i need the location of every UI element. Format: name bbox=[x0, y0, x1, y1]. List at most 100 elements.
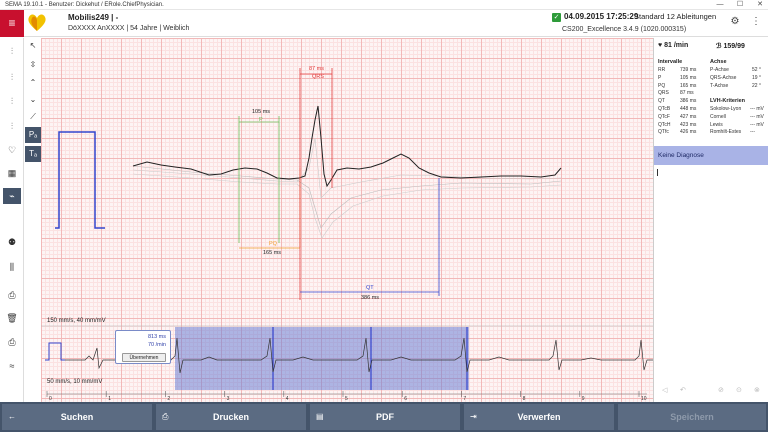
param-name: P bbox=[658, 74, 662, 81]
leads-view-icon[interactable]: ⫶ bbox=[3, 43, 21, 59]
param-name: QTcH bbox=[658, 121, 671, 128]
diagnosis-field[interactable]: Keine Diagnose bbox=[654, 146, 768, 165]
param-value: 427 ms bbox=[680, 113, 697, 120]
leads-rhythm-icon[interactable]: ⫶ bbox=[3, 118, 21, 134]
param-name: Sokolow-Lyon bbox=[710, 106, 742, 112]
save-button-label: Speichern bbox=[670, 412, 714, 422]
apply-button[interactable]: Übernehmen bbox=[122, 353, 166, 362]
param-value: 739 ms bbox=[680, 67, 697, 73]
param-value: 22 ° bbox=[752, 82, 761, 89]
print-button-label: Drucken bbox=[212, 412, 249, 422]
search-button-label: Suchen bbox=[60, 412, 94, 422]
leads-compact-icon[interactable]: ⫶ bbox=[3, 69, 21, 85]
undo-icon[interactable]: ↶ bbox=[680, 386, 686, 394]
print-icon: ⎙ bbox=[162, 412, 169, 421]
p-label: P bbox=[259, 117, 263, 123]
param-value: --- mV bbox=[750, 121, 764, 128]
checkbox-checked-icon: ✓ bbox=[552, 13, 561, 22]
param-name: RR bbox=[658, 67, 666, 73]
patient-icon[interactable]: ⚉ bbox=[3, 234, 21, 250]
pdf-button-label: PDF bbox=[376, 412, 394, 422]
discard-icon: ⇥ bbox=[470, 412, 477, 421]
param-name: QRS-Achse bbox=[710, 74, 737, 81]
param-name: P-Achse bbox=[710, 67, 729, 73]
export-icon[interactable]: ⎙ bbox=[3, 287, 21, 303]
pdf-button[interactable]: ▤ PDF bbox=[310, 404, 460, 430]
param-name: Romhilt-Estes bbox=[710, 129, 742, 136]
chevron-up-icon[interactable]: ⌃ bbox=[25, 75, 41, 91]
window-title: SEMA 19.10.1 - Benutzer: Dickehut / ERol… bbox=[5, 2, 164, 8]
p-marker-icon[interactable]: Pₐ bbox=[25, 127, 41, 143]
heart-rate-value: 81 /min bbox=[664, 42, 689, 49]
close-circle-icon[interactable]: ⊗ bbox=[754, 386, 760, 394]
pressure-icon: ℬ bbox=[716, 43, 722, 50]
settings-icon[interactable]: ⚙ bbox=[728, 15, 742, 29]
discard-button[interactable]: ⇥ Verwerfen bbox=[464, 404, 614, 430]
qrs-label: QRS bbox=[312, 74, 324, 80]
save-button[interactable]: Speichern bbox=[618, 404, 766, 430]
cancel-circle-icon[interactable]: ⊘ bbox=[718, 386, 724, 394]
average-beat-icon[interactable]: ♡ bbox=[3, 142, 21, 158]
back-icon[interactable]: ◁ bbox=[662, 386, 667, 394]
ecg-view[interactable]: 0 1 2 3 4 5 6 7 8 9 10 87 ms QRS 105 ms P PQ 165 m… bbox=[41, 38, 653, 402]
param-value: 386 ms bbox=[680, 98, 697, 105]
param-value: 448 ms bbox=[680, 106, 697, 112]
calibration-pulse bbox=[55, 131, 105, 229]
param-name: QTfc bbox=[658, 129, 669, 136]
right-panel: ♥ 81 /min ℬ 159/99 Intervalle Achse LVH-… bbox=[653, 38, 768, 402]
popup-rate-value: 70 /min bbox=[147, 342, 166, 348]
leads-detail-icon[interactable]: ⫶ bbox=[3, 93, 21, 109]
patient-header: ≡ Mobilis249 | - DöXXXX AnXXXX | 54 Jahr… bbox=[0, 10, 768, 37]
blood-pressure: ℬ 159/99 bbox=[716, 42, 745, 50]
app-window: SEMA 19.10.1 - Benutzer: Dickehut / ERol… bbox=[0, 0, 768, 432]
param-name: QTcF bbox=[658, 113, 670, 120]
cursor-icon[interactable]: ↖ bbox=[25, 38, 41, 54]
qt-ms-label: 386 ms bbox=[361, 295, 380, 301]
t-marker-icon[interactable]: Tₐ bbox=[25, 146, 41, 162]
param-value: 426 ms bbox=[680, 129, 697, 136]
print-button[interactable]: ⎙ Drucken bbox=[156, 404, 306, 430]
param-name: QT bbox=[658, 98, 665, 105]
filter-icon[interactable]: ⫼ bbox=[3, 259, 21, 275]
param-value: 52 ° bbox=[752, 67, 761, 73]
minimize-button[interactable]: — bbox=[712, 0, 728, 10]
intervals-title: Intervalle bbox=[658, 59, 683, 65]
more-options-icon[interactable]: ⋮ bbox=[749, 15, 763, 29]
text-cursor bbox=[657, 169, 658, 176]
axis-title: Achse bbox=[710, 59, 727, 65]
window-titlebar: SEMA 19.10.1 - Benutzer: Dickehut / ERol… bbox=[0, 0, 768, 10]
left-toolbar: ⫶ ⫶ ⫶ ⫶ ♡ ▦ ⌁ ⚉ ⫼ ⎙ 🗑 ⎙ ≈ bbox=[0, 38, 24, 402]
strip-speed-bottom-label: 50 mm/s, 10 mm/mV bbox=[47, 379, 103, 385]
overlay-beat bbox=[132, 165, 562, 229]
selection-region bbox=[175, 327, 469, 390]
patient-name: Mobilis249 | - bbox=[68, 13, 119, 22]
qt-label: QT bbox=[366, 285, 374, 291]
table-icon[interactable]: ▦ bbox=[3, 165, 21, 181]
param-name: QRS bbox=[658, 90, 669, 97]
heart-icon: ♥ bbox=[658, 42, 663, 49]
param-value: 423 ms bbox=[680, 121, 697, 128]
search-button[interactable]: ← Suchen bbox=[2, 404, 152, 430]
qrs-ms-label: 87 ms bbox=[309, 66, 324, 72]
param-name: T-Achse bbox=[710, 82, 729, 89]
recording-standard: Standard 12 Ableitungen bbox=[634, 12, 717, 21]
discard-button-label: Verwerfen bbox=[517, 412, 561, 422]
accept-circle-icon[interactable]: ⊙ bbox=[736, 386, 742, 394]
maximize-button[interactable]: ☐ bbox=[732, 0, 748, 10]
measurement-icon[interactable]: ⌁ bbox=[3, 188, 21, 204]
patient-info: DöXXXX AnXXXX | 54 Jahre | Weiblich bbox=[68, 25, 190, 32]
menu-icon[interactable]: ≡ bbox=[0, 10, 24, 37]
print-icon[interactable]: ⎙ bbox=[3, 334, 21, 350]
diagonal-tool-icon[interactable]: ⟋ bbox=[25, 109, 41, 125]
lvh-title: LVH-Kriterien bbox=[710, 98, 746, 104]
vertical-scale-icon[interactable]: ⇳ bbox=[25, 57, 41, 73]
trend-icon[interactable]: ≈ bbox=[3, 358, 21, 374]
pq-ms-label: 165 ms bbox=[263, 250, 282, 256]
param-value: --- mV bbox=[750, 113, 764, 120]
param-name: Cornell bbox=[710, 113, 726, 120]
heart-logo-icon bbox=[28, 14, 46, 31]
chevron-down-icon[interactable]: ⌄ bbox=[25, 92, 41, 108]
pq-label: PQ bbox=[269, 241, 277, 247]
close-button[interactable]: ✕ bbox=[752, 0, 768, 10]
delete-icon[interactable]: 🗑 bbox=[3, 310, 21, 326]
